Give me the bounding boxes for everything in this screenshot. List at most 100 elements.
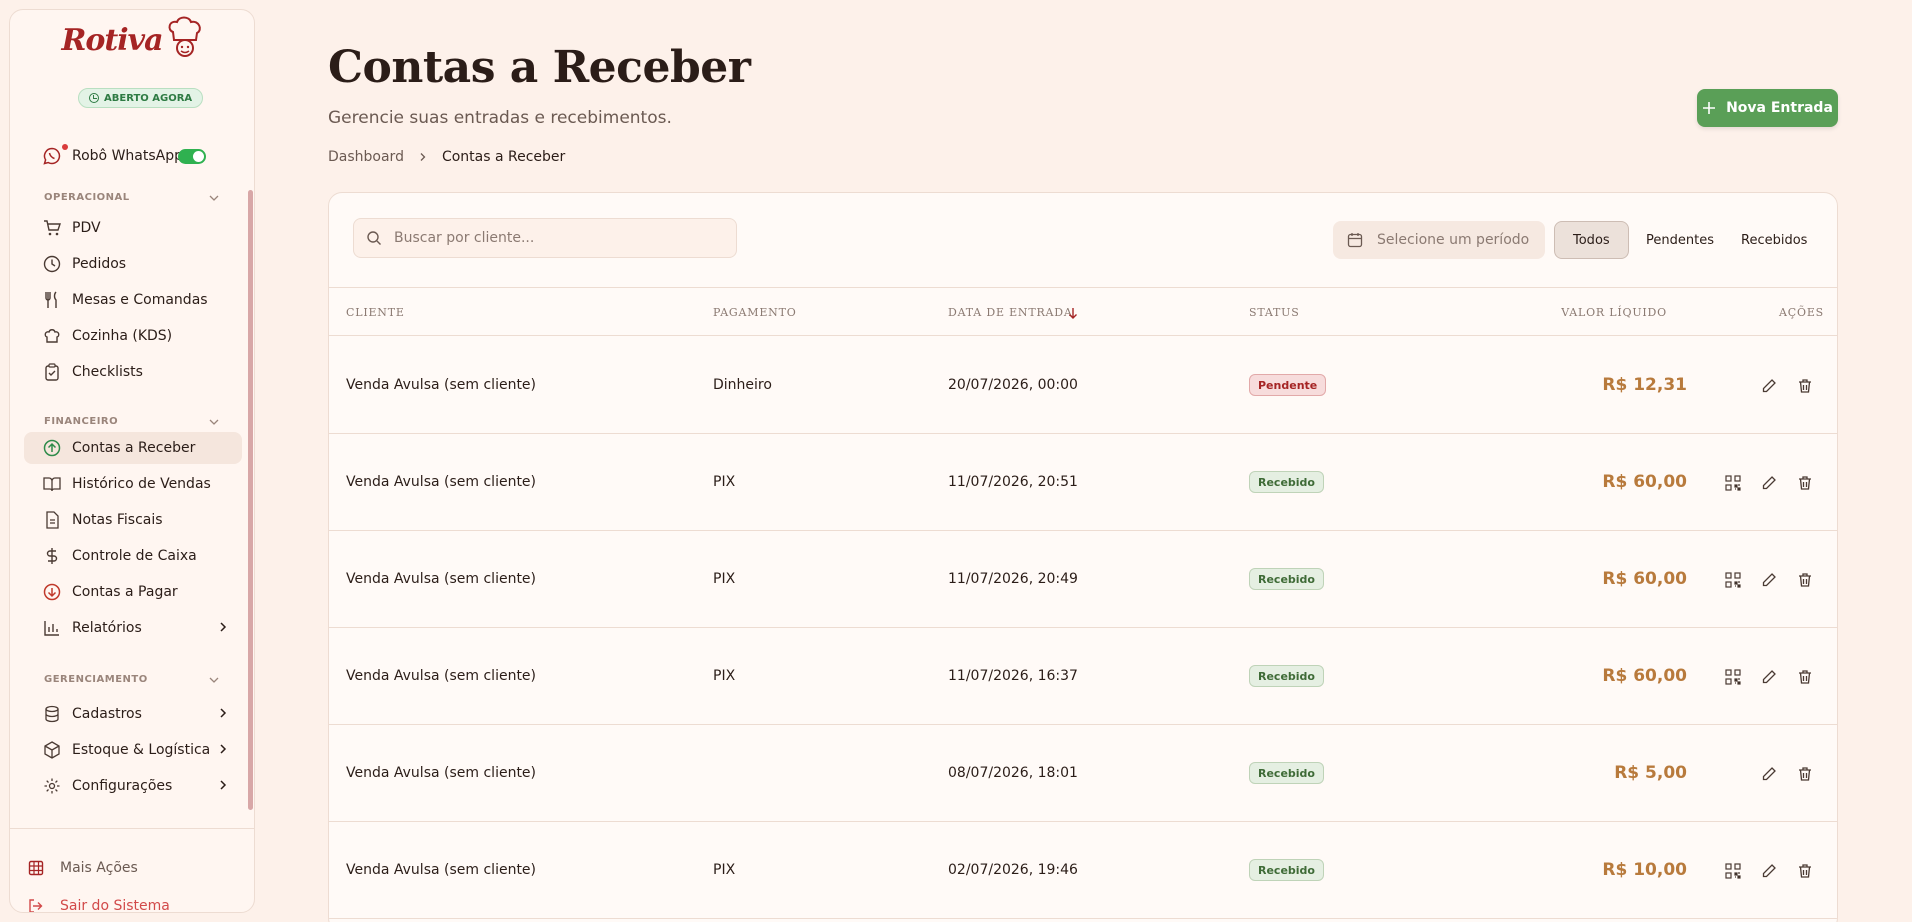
sort-arrow-down-icon[interactable]: [1068, 307, 1078, 319]
chevron-down-icon[interactable]: [208, 192, 220, 204]
section-title-gerenciamento: GERENCIAMENTO: [44, 674, 148, 685]
sidebar-item-contas-pagar[interactable]: Contas a Pagar: [24, 576, 242, 608]
delete-trash-icon[interactable]: [1795, 861, 1815, 881]
edit-pencil-icon[interactable]: [1759, 376, 1779, 396]
table-row[interactable]: Venda Avulsa (sem cliente) PIX 11/07/2026,…: [329, 531, 1837, 628]
sidebar-item-relatorios[interactable]: Relatórios: [24, 612, 242, 644]
search-input[interactable]: [394, 230, 714, 246]
sidebar-item-label: Histórico de Vendas: [72, 476, 211, 492]
calendar-icon: [1347, 233, 1363, 248]
sidebar-item-pedidos[interactable]: Pedidos: [24, 248, 242, 280]
edit-pencil-icon[interactable]: [1759, 667, 1779, 687]
section-title-operacional: OPERACIONAL: [44, 192, 130, 203]
delete-trash-icon[interactable]: [1795, 764, 1815, 784]
cell-valor: R$ 60,00: [1602, 569, 1687, 589]
file-text-icon: [42, 511, 62, 529]
period-placeholder: Selecione um período: [1377, 232, 1530, 248]
cell-cliente: Venda Avulsa (sem cliente): [346, 862, 537, 878]
sidebar-item-pdv[interactable]: PDV: [24, 212, 242, 244]
filter-recebidos[interactable]: Recebidos: [1723, 221, 1825, 259]
more-actions-button[interactable]: Mais Ações: [26, 853, 236, 883]
gear-icon: [42, 777, 62, 795]
sidebar-item-label: Estoque & Logística: [72, 742, 211, 758]
sidebar-item-cozinha[interactable]: Cozinha (KDS): [24, 320, 242, 352]
sidebar-item-label: Contas a Receber: [72, 440, 196, 456]
search-box[interactable]: [353, 218, 737, 258]
logout-label: Sair do Sistema: [60, 898, 170, 913]
status-badge: Recebido: [1249, 471, 1324, 493]
logo[interactable]: Rotiva: [10, 16, 254, 58]
table-row[interactable]: Venda Avulsa (sem cliente) 08/07/2026, 18…: [329, 725, 1837, 822]
table-row[interactable]: Venda Avulsa (sem cliente) PIX 11/07/2026,…: [329, 434, 1837, 531]
delete-trash-icon[interactable]: [1795, 570, 1815, 590]
sidebar-item-label: Contas a Pagar: [72, 584, 178, 600]
column-header-status[interactable]: STATUS: [1249, 306, 1300, 319]
chevron-down-icon[interactable]: [208, 674, 220, 686]
filter-pendentes[interactable]: Pendentes: [1628, 221, 1732, 259]
cell-cliente: Venda Avulsa (sem cliente): [346, 668, 537, 684]
chevron-right-icon: [220, 744, 227, 754]
column-header-cliente[interactable]: CLIENTE: [346, 306, 405, 319]
qr-code-icon[interactable]: [1723, 570, 1743, 590]
table-row[interactable]: Venda Avulsa (sem cliente) PIX 11/07/2026,…: [329, 628, 1837, 725]
chef-hat-icon: [42, 327, 62, 345]
book-open-icon: [42, 475, 62, 493]
cell-data: 20/07/2026, 00:00: [948, 377, 1078, 393]
sidebar-item-notas[interactable]: Notas Fiscais: [24, 504, 242, 536]
sidebar-item-label: Pedidos: [72, 256, 127, 272]
cell-pagamento: Dinheiro: [713, 377, 772, 393]
qr-code-icon[interactable]: [1723, 473, 1743, 493]
status-badge: Recebido: [1249, 859, 1324, 881]
table-header: CLIENTE PAGAMENTO DATA DE ENTRADA STATUS…: [329, 288, 1837, 336]
sidebar-item-label: Mesas e Comandas: [72, 292, 208, 308]
sidebar-item-cadastros[interactable]: Cadastros: [24, 698, 242, 730]
cell-cliente: Venda Avulsa (sem cliente): [346, 571, 537, 587]
sidebar-item-contas-receber[interactable]: Contas a Receber: [24, 432, 242, 464]
cell-pagamento: PIX: [713, 571, 736, 587]
delete-trash-icon[interactable]: [1795, 667, 1815, 687]
delete-trash-icon[interactable]: [1795, 376, 1815, 396]
edit-pencil-icon[interactable]: [1759, 473, 1779, 493]
delete-trash-icon[interactable]: [1795, 473, 1815, 493]
breadcrumb-dashboard[interactable]: Dashboard: [328, 149, 404, 165]
sidebar-item-label: Controle de Caixa: [72, 548, 197, 564]
logout-icon: [26, 898, 46, 912]
package-icon: [42, 741, 62, 759]
sidebar-item-label: Robô WhatsApp: [72, 148, 183, 164]
sidebar-item-historico[interactable]: Histórico de Vendas: [24, 468, 242, 500]
edit-pencil-icon[interactable]: [1759, 570, 1779, 590]
sidebar-item-checklists[interactable]: Checklists: [24, 356, 242, 388]
logout-button[interactable]: Sair do Sistema: [26, 891, 236, 913]
period-picker[interactable]: Selecione um período: [1333, 221, 1545, 259]
edit-pencil-icon[interactable]: [1759, 861, 1779, 881]
edit-pencil-icon[interactable]: [1759, 764, 1779, 784]
new-entry-label: Nova Entrada: [1726, 100, 1833, 116]
column-header-pagamento[interactable]: PAGAMENTO: [713, 306, 797, 319]
column-header-data[interactable]: DATA DE ENTRADA: [948, 306, 1073, 319]
chevron-right-icon: [220, 622, 227, 632]
sidebar-item-mesas[interactable]: Mesas e Comandas: [24, 284, 242, 316]
filter-todos[interactable]: Todos: [1554, 221, 1629, 259]
whatsapp-toggle[interactable]: [178, 149, 206, 164]
sidebar-item-whatsapp[interactable]: Robô WhatsApp: [24, 140, 242, 172]
status-badge: Recebido: [1249, 762, 1324, 784]
new-entry-button[interactable]: Nova Entrada: [1697, 89, 1838, 127]
bar-chart-icon: [42, 619, 62, 637]
sidebar-scrollbar[interactable]: [248, 190, 253, 810]
sidebar-item-caixa[interactable]: Controle de Caixa: [24, 540, 242, 572]
cell-pagamento: PIX: [713, 668, 736, 684]
breadcrumb-current: Contas a Receber: [441, 149, 566, 165]
page-subtitle: Gerencie suas entradas e recebimentos.: [328, 108, 672, 128]
chevron-right-icon: [220, 780, 227, 790]
column-header-valor[interactable]: VALOR LÍQUIDO: [1561, 306, 1667, 319]
sidebar-item-estoque[interactable]: Estoque & Logística: [24, 734, 242, 766]
qr-code-icon[interactable]: [1723, 861, 1743, 881]
chevron-down-icon[interactable]: [208, 416, 220, 428]
table-row[interactable]: Venda Avulsa (sem cliente) PIX 02/07/2026,…: [329, 822, 1837, 919]
qr-code-icon[interactable]: [1723, 667, 1743, 687]
cell-data: 11/07/2026, 16:37: [948, 668, 1078, 684]
sidebar-item-configuracoes[interactable]: Configurações: [24, 770, 242, 802]
table-row[interactable]: Venda Avulsa (sem cliente) Dinheiro 20/07/…: [329, 337, 1837, 434]
logo-text: Rotiva: [61, 22, 163, 58]
cell-valor: R$ 12,31: [1602, 375, 1687, 395]
